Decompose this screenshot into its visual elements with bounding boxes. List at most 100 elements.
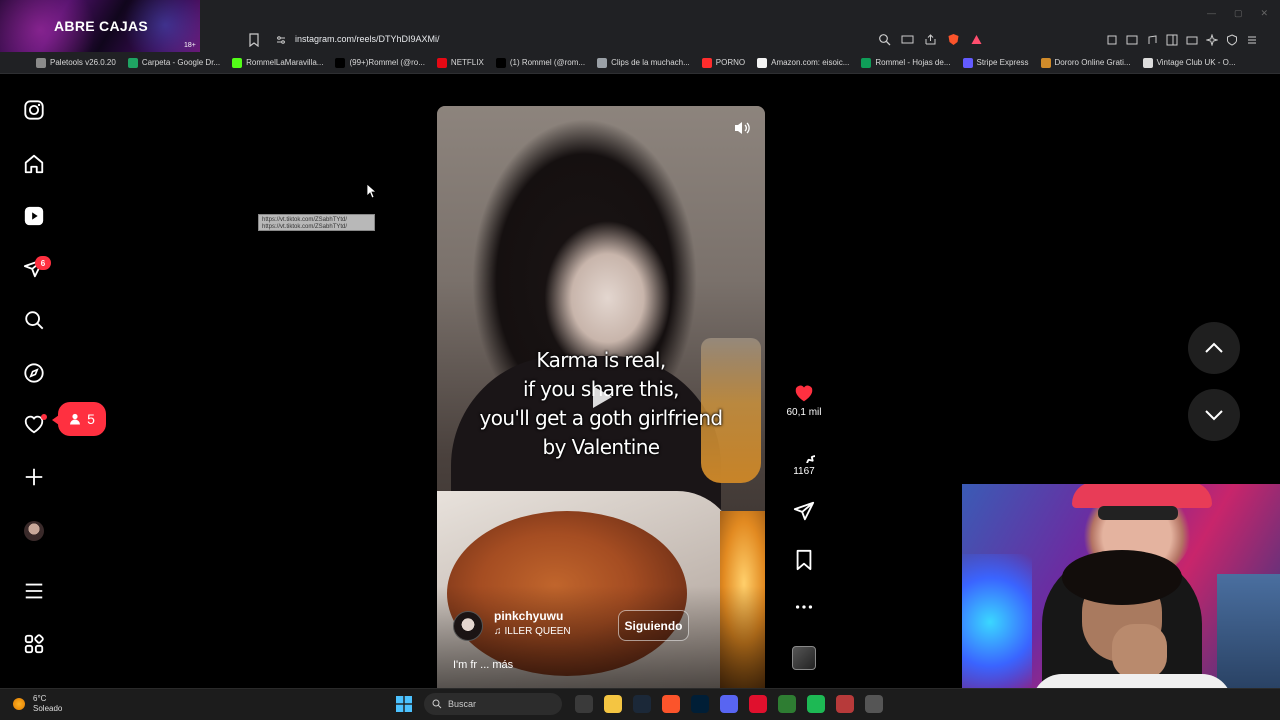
bookmark-item[interactable]: Clips de la muchach... bbox=[591, 52, 696, 73]
bookmark-label: NETFLIX bbox=[450, 58, 484, 67]
bookmark-favicon bbox=[335, 57, 346, 68]
bookmark-favicon bbox=[861, 57, 872, 68]
app-icon[interactable] bbox=[865, 695, 883, 713]
stream-overlay-age-badge: 18+ bbox=[184, 42, 196, 49]
brave-shield-icon[interactable] bbox=[947, 33, 960, 46]
discord-icon[interactable] bbox=[720, 695, 738, 713]
vpn-app-icon[interactable] bbox=[836, 695, 854, 713]
bookmark-icon bbox=[796, 549, 812, 571]
windows-start-icon[interactable] bbox=[396, 696, 412, 712]
profile-avatar[interactable] bbox=[24, 521, 44, 541]
save-action[interactable] bbox=[784, 549, 824, 574]
bookmarks-bar: Paletools v26.0.20 Carpeta - Google Dr..… bbox=[0, 52, 1280, 74]
bookmark-label: Vintage Club UK - O... bbox=[1156, 58, 1236, 67]
music-note-icon: ♫ bbox=[494, 626, 502, 637]
volume-icon[interactable] bbox=[733, 120, 751, 136]
app-icon[interactable] bbox=[778, 695, 796, 713]
webcam-overlay bbox=[962, 484, 1280, 720]
screenshot-icon[interactable] bbox=[1126, 33, 1138, 45]
bookmark-item[interactable]: (99+)Rommel (@ro... bbox=[329, 52, 430, 73]
bookmark-item[interactable]: Stripe Express bbox=[957, 52, 1035, 73]
reel-audio[interactable]: ♫ ILLER QUEEN bbox=[494, 626, 571, 637]
home-icon[interactable] bbox=[21, 151, 47, 177]
extensions-icon[interactable] bbox=[1106, 33, 1118, 45]
bookmark-item[interactable]: RommelLaMaravilla... bbox=[226, 52, 329, 73]
leo-ai-icon[interactable] bbox=[1205, 33, 1219, 47]
webcam-hand bbox=[1112, 624, 1167, 679]
address-bar-actions bbox=[878, 33, 983, 46]
following-button[interactable]: Siguiendo bbox=[618, 610, 689, 641]
bookmark-favicon bbox=[1040, 57, 1051, 68]
weather-widget[interactable]: 6°C Soleado bbox=[33, 694, 62, 714]
minimize-icon[interactable]: — bbox=[1207, 8, 1216, 19]
bookmark-item[interactable]: Carpeta - Google Dr... bbox=[122, 52, 226, 73]
task-view-icon[interactable] bbox=[575, 695, 593, 713]
bookmark-label: (99+)Rommel (@ro... bbox=[349, 58, 425, 67]
explore-icon[interactable] bbox=[21, 360, 47, 386]
brave-browser-icon[interactable] bbox=[662, 695, 680, 713]
taskbar-search[interactable]: Buscar bbox=[424, 693, 562, 715]
weather-sun-icon[interactable] bbox=[13, 698, 25, 710]
bookmark-item[interactable]: Rommel - Hojas de... bbox=[855, 52, 956, 73]
bookmark-label: Dororo Online Grati... bbox=[1054, 58, 1131, 67]
tooltip-line: https://vt.tiktok.com/ZSabhTYtd/ bbox=[262, 224, 348, 230]
file-explorer-icon[interactable] bbox=[604, 695, 622, 713]
taskbar-apps bbox=[575, 695, 883, 713]
next-reel-button[interactable] bbox=[1188, 389, 1240, 441]
author-avatar[interactable] bbox=[453, 611, 483, 641]
create-icon[interactable] bbox=[21, 464, 47, 490]
bookmark-favicon bbox=[962, 57, 973, 68]
reel-description[interactable]: I'm fr ... más bbox=[453, 659, 513, 671]
search-icon bbox=[432, 699, 442, 709]
opera-gx-icon[interactable] bbox=[749, 695, 767, 713]
close-icon[interactable]: ✕ bbox=[1260, 8, 1268, 19]
play-icon[interactable] bbox=[590, 384, 614, 410]
vpn-icon[interactable] bbox=[1226, 33, 1238, 46]
webcam-hair bbox=[1062, 550, 1182, 605]
previous-reel-button[interactable] bbox=[1188, 322, 1240, 374]
author-username[interactable]: pinkchyuwu bbox=[494, 609, 563, 623]
share-icon[interactable] bbox=[924, 33, 937, 46]
bookmark-item[interactable]: NETFLIX bbox=[431, 52, 490, 73]
more-options-action[interactable] bbox=[784, 596, 824, 621]
bookmark-page-icon[interactable] bbox=[248, 33, 260, 47]
bookmark-item[interactable]: Amazon.com: eisoic... bbox=[751, 52, 855, 73]
also-from-meta-icon[interactable] bbox=[21, 631, 47, 657]
maximize-icon[interactable]: ▢ bbox=[1234, 8, 1243, 19]
more-menu-icon[interactable] bbox=[21, 578, 47, 604]
share-action[interactable] bbox=[784, 500, 824, 525]
comment-action[interactable]: 1167 bbox=[784, 441, 824, 477]
url-text[interactable]: instagram.com/reels/DTYhDI9AXMi/ bbox=[295, 34, 440, 44]
photoshop-icon[interactable] bbox=[691, 695, 709, 713]
bookmark-item[interactable]: PORNO bbox=[696, 52, 751, 73]
chevron-down-icon bbox=[1205, 410, 1223, 421]
extensions-bar bbox=[1106, 33, 1258, 47]
media-icon[interactable] bbox=[1146, 33, 1158, 45]
steam-icon[interactable] bbox=[633, 695, 651, 713]
bookmark-favicon bbox=[495, 57, 506, 68]
comment-icon bbox=[806, 455, 815, 463]
bookmark-item[interactable]: Paletools v26.0.20 bbox=[30, 52, 122, 73]
site-settings-icon[interactable] bbox=[276, 35, 286, 45]
mouse-cursor-icon bbox=[366, 183, 378, 199]
brave-rewards-icon[interactable] bbox=[970, 33, 983, 46]
spotify-icon[interactable] bbox=[807, 695, 825, 713]
share-paper-plane-icon bbox=[793, 501, 815, 521]
search-icon[interactable] bbox=[21, 307, 47, 333]
sidebar-toggle-icon[interactable] bbox=[1166, 33, 1178, 46]
reel-video[interactable]: Karma is real, if you share this, you'll… bbox=[437, 106, 765, 688]
bookmark-item[interactable]: Vintage Club UK - O... bbox=[1137, 52, 1242, 73]
like-action[interactable]: 60,1 mil bbox=[784, 382, 824, 418]
bookmark-item[interactable]: Dororo Online Grati... bbox=[1035, 52, 1137, 73]
wallet-icon[interactable] bbox=[1186, 33, 1198, 45]
zoom-icon[interactable] bbox=[878, 33, 891, 46]
instagram-logo-icon[interactable] bbox=[21, 97, 47, 123]
caption-line: Karma is real, bbox=[536, 348, 666, 372]
cast-icon[interactable] bbox=[901, 33, 914, 46]
notifications-popup[interactable]: 5 bbox=[52, 402, 106, 436]
bookmark-item[interactable]: (1) Rommel (@rom... bbox=[490, 52, 591, 73]
reels-icon[interactable] bbox=[21, 203, 47, 229]
audio-thumbnail[interactable] bbox=[792, 646, 816, 670]
menu-icon[interactable] bbox=[1246, 33, 1258, 45]
heart-filled-icon bbox=[795, 385, 813, 402]
